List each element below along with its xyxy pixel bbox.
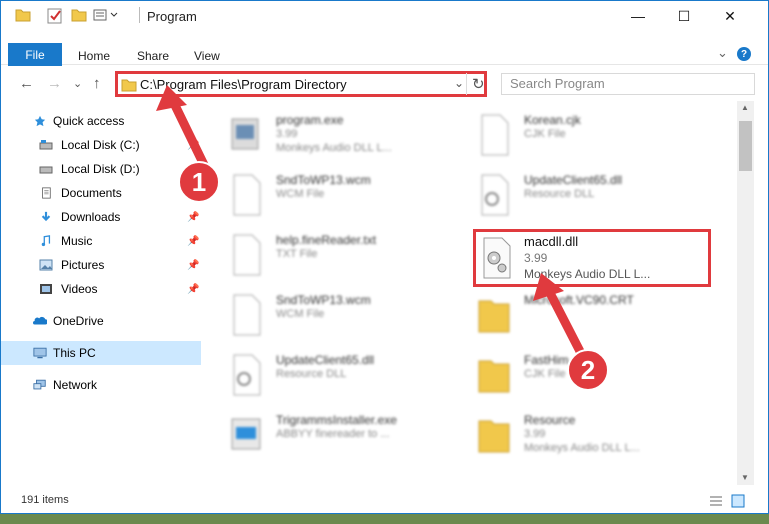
step-1-badge: 1	[178, 161, 220, 203]
annotation-arrows	[156, 85, 591, 368]
step-2-badge: 2	[567, 349, 609, 391]
file-explorer-window: Program — ☐ ✕ File Home Share View ⌄ ? ←…	[0, 0, 769, 514]
